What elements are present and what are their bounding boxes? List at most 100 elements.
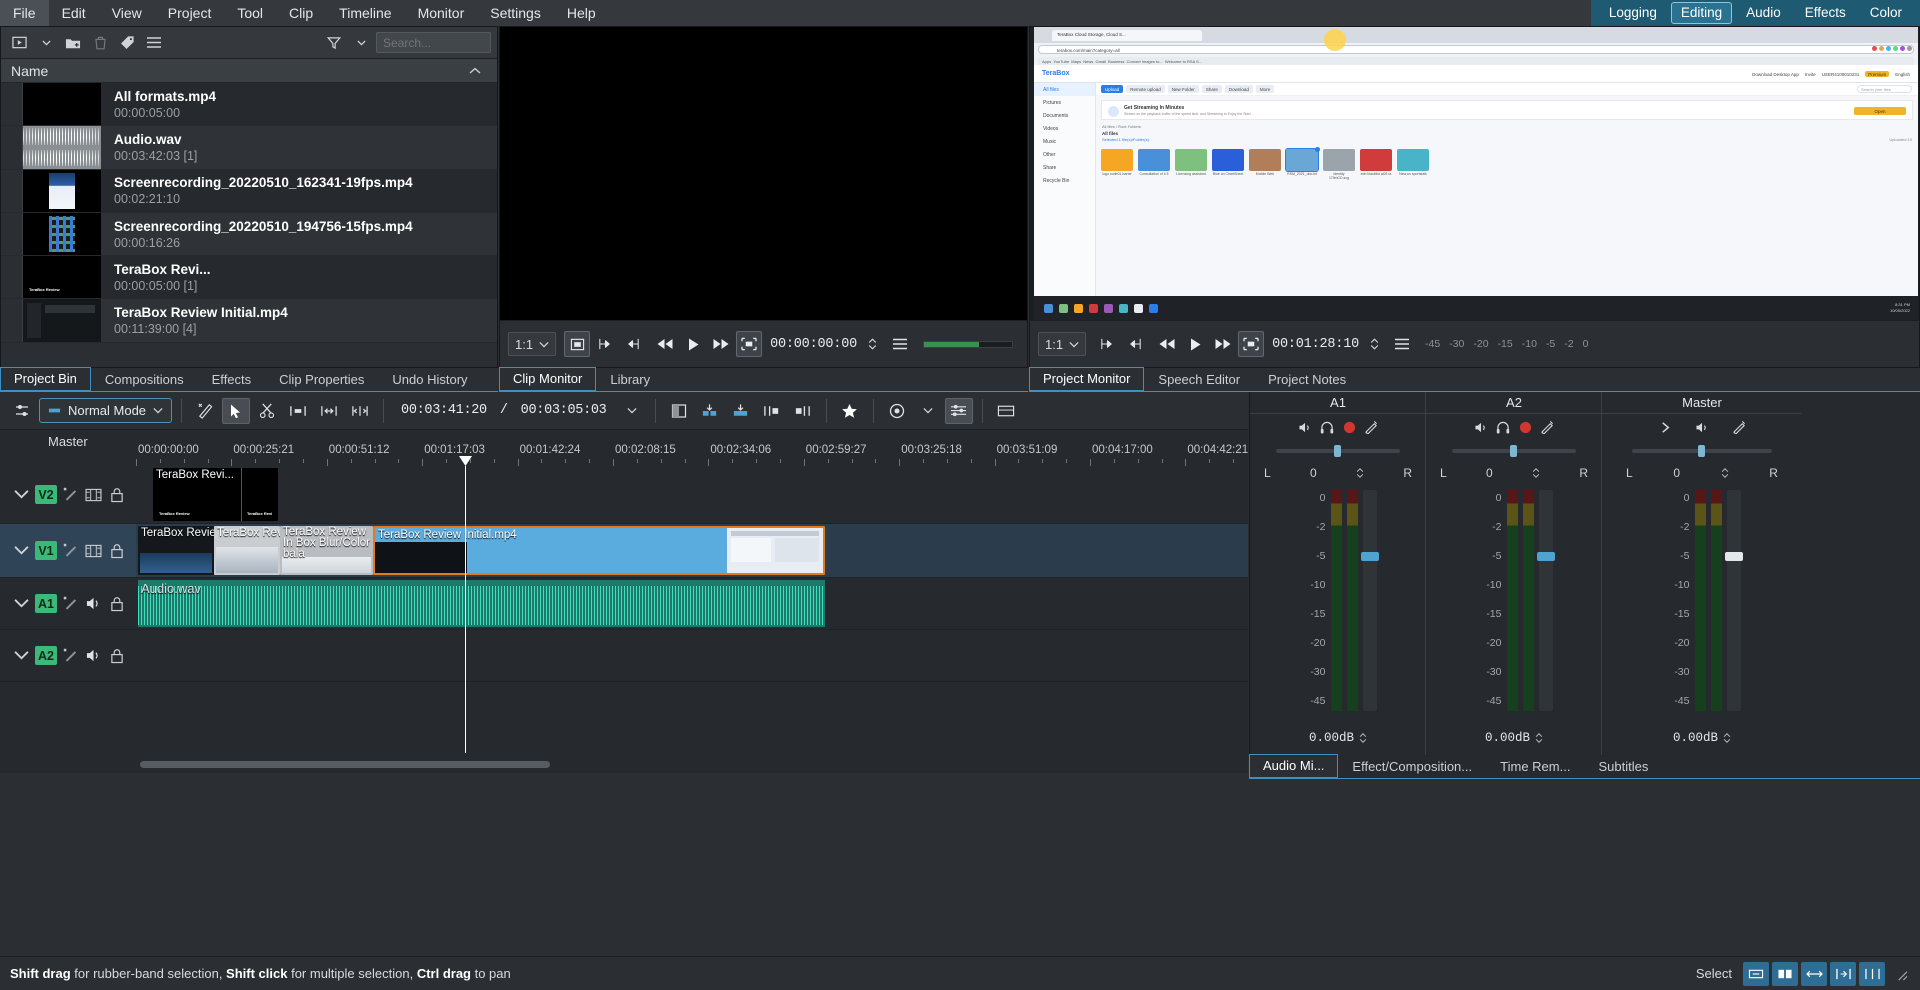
- tab-speech-editor[interactable]: Speech Editor: [1144, 368, 1254, 391]
- menu-edit[interactable]: Edit: [49, 0, 99, 26]
- track-expand-icon[interactable]: [12, 485, 31, 504]
- track-number-v1[interactable]: V1: [35, 541, 57, 560]
- timeline-clip[interactable]: TeraBox Review In Box Blur/Color bala: [280, 526, 373, 575]
- mode-tab-color[interactable]: Color: [1860, 2, 1912, 24]
- file-item[interactable]: New us sportstalk: [1397, 149, 1429, 180]
- timeline-clip[interactable]: TeraBox Revi Blur: [214, 526, 280, 575]
- track-header-a1[interactable]: A1: [0, 578, 136, 629]
- tab-audio-mixer[interactable]: Audio Mi...: [1249, 754, 1339, 779]
- project-timecode-stepper-icon[interactable]: [1361, 331, 1387, 357]
- timeline-current-timecode[interactable]: 00:03:41:20: [393, 403, 495, 418]
- timecode-dropdown-icon[interactable]: [618, 398, 646, 424]
- split-tool-icon[interactable]: [1772, 961, 1798, 986]
- volume-fader-a2[interactable]: [1536, 490, 1555, 711]
- track-expand-icon[interactable]: [12, 646, 31, 665]
- mark-out-icon[interactable]: [620, 331, 646, 357]
- track-body-a1[interactable]: Audio.wav: [136, 578, 1248, 629]
- scrollbar-thumb[interactable]: [140, 760, 550, 768]
- track-body-v1[interactable]: TeraBox Review TeraBox Revi Blur TeraBox…: [136, 524, 1248, 577]
- tab-subtitles[interactable]: Subtitles: [1584, 755, 1662, 778]
- toggle-video-icon[interactable]: [665, 398, 693, 424]
- project-play-button[interactable]: [1182, 331, 1208, 357]
- pointer-tool-icon[interactable]: [222, 397, 251, 424]
- mixer-pencil-icon[interactable]: [1540, 420, 1555, 435]
- tab-effect-composition[interactable]: Effect/Composition...: [1338, 755, 1486, 778]
- project-fast-forward-button[interactable]: [1210, 331, 1236, 357]
- track-audio-toggle-icon[interactable]: [84, 646, 103, 665]
- terabox-premium-badge[interactable]: Premium: [1865, 71, 1890, 77]
- pan-slider-a1[interactable]: [1250, 440, 1426, 462]
- project-bin-list[interactable]: All formats.mp4 00:00:05:00 Audio.wav 00…: [1, 83, 497, 367]
- project-monitor-video[interactable]: TeraBox Cloud Storage, Cloud S... terabo…: [1034, 27, 1918, 320]
- track-fx-icon[interactable]: [61, 541, 80, 560]
- file-item[interactable]: logo code01-barter: [1101, 149, 1133, 180]
- record-arm-icon[interactable]: [1342, 420, 1357, 435]
- menu-project[interactable]: Project: [155, 0, 225, 26]
- share-button[interactable]: Share: [1201, 85, 1222, 93]
- mixer-pencil-icon[interactable]: [1364, 420, 1379, 435]
- gain-value-master[interactable]: 0.00dB: [1602, 731, 1802, 745]
- timeline-track-v2[interactable]: V2 TeraBox Revi... TeraBox Review TeraBo…: [0, 466, 1248, 524]
- terabox-download-app-link[interactable]: Download Desktop App: [1752, 72, 1799, 77]
- track-lock-icon[interactable]: [107, 541, 126, 560]
- pan-value[interactable]: 0: [1310, 466, 1317, 480]
- pan-stepper-icon[interactable]: [1532, 467, 1540, 479]
- timeline-clip[interactable]: TeraBox Revi... TeraBox Review TeraBox R…: [153, 468, 278, 521]
- menu-file[interactable]: File: [0, 0, 49, 26]
- pan-slider-a2[interactable]: [1426, 440, 1602, 462]
- resize-grip-icon[interactable]: [1888, 962, 1914, 986]
- sidebar-item-pictures[interactable]: Pictures: [1034, 96, 1095, 109]
- track-expand-icon[interactable]: [12, 594, 31, 613]
- play-button[interactable]: [680, 331, 706, 357]
- track-audio-toggle-icon[interactable]: [84, 594, 103, 613]
- mute-icon[interactable]: [1298, 420, 1313, 435]
- mixer-strip-master[interactable]: Master L 0 R 0 -2 -5 -10 -15 -20 -30 -45…: [1602, 392, 1802, 755]
- track-header-v1[interactable]: V1: [0, 524, 136, 577]
- file-item[interactable]: identity 17flmCD.svg: [1323, 149, 1355, 180]
- track-video-toggle-icon[interactable]: [84, 485, 103, 504]
- tab-clip-monitor[interactable]: Clip Monitor: [499, 367, 597, 392]
- mixer-strip-a1[interactable]: A1 L 0 R 0 -2 -5 -10 -15 -20 -30 -45 0.0…: [1250, 392, 1426, 755]
- track-number-a2[interactable]: A2: [35, 646, 57, 665]
- timeline-horizontal-scrollbar[interactable]: [0, 755, 1248, 773]
- remote-upload-button[interactable]: Remote upload: [1126, 85, 1165, 93]
- mark-in-icon[interactable]: [592, 331, 618, 357]
- new-folder-button[interactable]: New Folder: [1167, 85, 1199, 93]
- sidebar-item-other[interactable]: Other: [1034, 148, 1095, 161]
- clip-mark-area-icon[interactable]: [564, 331, 591, 357]
- timecode-stepper-icon[interactable]: [859, 331, 885, 357]
- track-number-a1[interactable]: A1: [35, 594, 57, 613]
- filter-icon[interactable]: [322, 31, 346, 55]
- track-body-a2[interactable]: [136, 630, 1248, 681]
- marker-tool-icon[interactable]: [191, 398, 219, 424]
- menu-monitor[interactable]: Monitor: [405, 0, 478, 26]
- tab-library[interactable]: Library: [596, 368, 664, 391]
- menu-view[interactable]: View: [99, 0, 155, 26]
- timeline-track-v1[interactable]: V1 TeraBox Review: [0, 524, 1248, 578]
- terabox-language-select[interactable]: English: [1895, 72, 1910, 77]
- tab-clip-properties[interactable]: Clip Properties: [265, 368, 378, 391]
- timeline-clip[interactable]: TeraBox Review: [138, 526, 214, 575]
- trim-both-icon[interactable]: [315, 398, 343, 424]
- pan-value[interactable]: 0: [1673, 466, 1680, 480]
- project-aspect-ratio-select[interactable]: 1:1: [1038, 332, 1087, 356]
- project-monitor-menu-icon[interactable]: [1389, 331, 1415, 357]
- chevron-up-icon[interactable]: [469, 67, 481, 75]
- solo-headphone-icon[interactable]: [1320, 420, 1335, 435]
- upload-button[interactable]: Upload: [1101, 85, 1124, 93]
- pan-value[interactable]: 0: [1486, 466, 1493, 480]
- list-item[interactable]: Audio.wav 00:03:42:03 [1]: [1, 126, 497, 170]
- timeline-track-a1[interactable]: A1 Audio.wav: [0, 578, 1248, 630]
- mode-tab-effects[interactable]: Effects: [1795, 2, 1856, 24]
- mixer-pencil-icon[interactable]: [1732, 420, 1747, 435]
- menu-clip[interactable]: Clip: [276, 0, 326, 26]
- gain-stepper-icon[interactable]: [1535, 732, 1543, 744]
- project-mark-out-icon[interactable]: [1122, 331, 1148, 357]
- menu-settings[interactable]: Settings: [477, 0, 554, 26]
- sidebar-item-share[interactable]: Share: [1034, 161, 1095, 174]
- timeline-ruler[interactable]: 00:00:00:00 00:00:25:21 00:00:51:12 00:01:1…: [136, 430, 1258, 466]
- timeline-playhead[interactable]: [465, 466, 466, 753]
- project-fit-to-window-icon[interactable]: [1238, 331, 1265, 357]
- pan-slider-master[interactable]: [1602, 440, 1802, 462]
- tab-effects[interactable]: Effects: [198, 368, 266, 391]
